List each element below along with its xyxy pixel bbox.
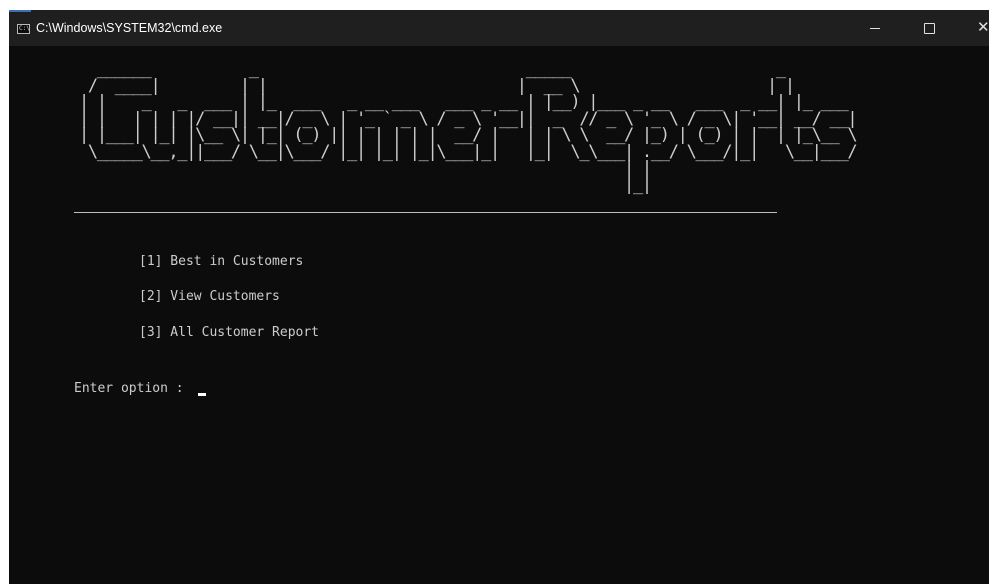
- window-title: C:\Windows\SYSTEM32\cmd.exe: [36, 21, 223, 35]
- maximize-icon: [924, 23, 935, 34]
- window-accent-strip: [9, 10, 31, 12]
- ascii-banner-customer-reports: ______ _ _____ _ / ____| | | | __ \ | | …: [79, 59, 858, 195]
- cmd-window: C:\ C:\Windows\SYSTEM32\cmd.exe ✕ ______…: [9, 10, 989, 584]
- console-output[interactable]: ______ _ _____ _ / ____| | | | __ \ | | …: [9, 46, 989, 584]
- menu-option-all-customer-report: [3] All Customer Report: [139, 325, 320, 340]
- cmd-icon[interactable]: C:\: [17, 24, 30, 34]
- separator-line: [74, 212, 777, 213]
- minimize-button[interactable]: [852, 10, 898, 46]
- title-bar[interactable]: C:\ C:\Windows\SYSTEM32\cmd.exe ✕: [9, 10, 989, 46]
- minimize-icon: [870, 28, 880, 29]
- input-prompt: Enter option :: [74, 381, 192, 396]
- maximize-button[interactable]: [906, 10, 952, 46]
- menu-option-view-customers: [2] View Customers: [139, 289, 280, 304]
- close-button[interactable]: ✕: [960, 10, 989, 46]
- menu-option-best-in-customers: [1] Best in Customers: [139, 254, 304, 269]
- text-cursor[interactable]: [198, 393, 206, 396]
- cmd-icon-glyph: C:\: [19, 25, 30, 32]
- close-icon: ✕: [977, 18, 989, 36]
